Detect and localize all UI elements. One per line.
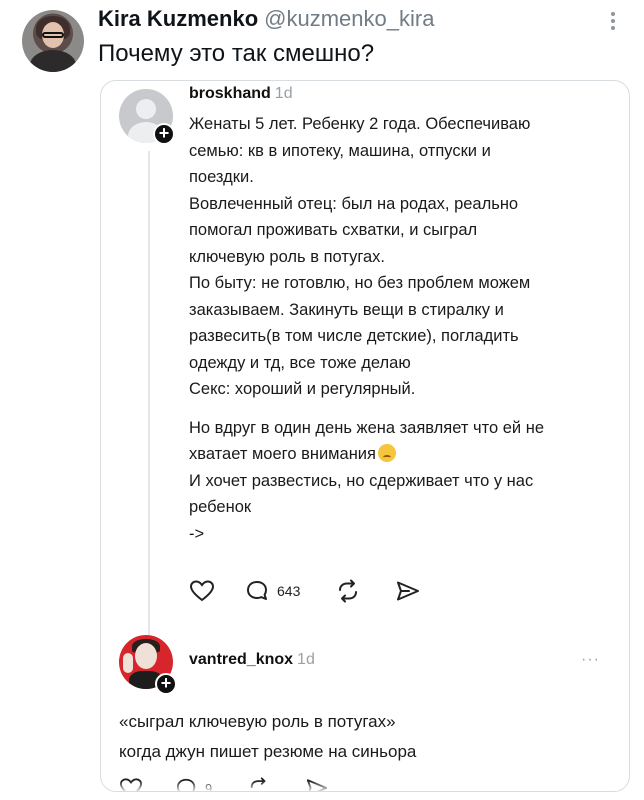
reply-line: когда джун пишет резюме на синьора [119, 742, 417, 761]
share-icon [397, 581, 419, 601]
card-bottom-fade [101, 781, 629, 791]
post-line: Вовлеченный отец: был на родах, реально [189, 194, 519, 213]
post-actions: 643 [189, 577, 469, 607]
more-options-icon[interactable] [610, 12, 616, 36]
post-line: развесить(в том числе детские), погладит… [189, 327, 519, 345]
repost-button[interactable] [335, 577, 361, 605]
reply-time: 1d [297, 651, 315, 668]
repost-icon [339, 579, 357, 603]
post-body: Женаты 5 лет. Ребенку 2 года. Обеспечива… [189, 111, 619, 547]
post-line: одежду и тд, все тоже делаю [189, 353, 411, 372]
post-username: broskhand 1d [189, 85, 293, 102]
tweet: Kira Kuzmenko @kuzmenko_kira Почему это т… [0, 0, 644, 800]
post-line: -> [189, 524, 205, 543]
post-line: помогал проживать схватки, и сыграл [189, 221, 478, 239]
post-line: Но вдруг в один день жена заявляет что е… [189, 418, 545, 437]
follow-plus-icon: + [153, 123, 175, 145]
share-button[interactable] [395, 577, 421, 605]
post-line: По быту: не готовлю, но без проблем може… [189, 274, 531, 292]
author-handle[interactable]: @kuzmenko_kira [264, 6, 434, 31]
reply-text: «сыграл ключевую роль в потугах» когда д… [119, 707, 416, 767]
post-line: ребенок [189, 498, 252, 516]
tweet-text: Почему это так смешно? [98, 40, 375, 67]
reply-line: «сыграл ключевую роль в потугах» [119, 712, 396, 731]
post-line: Секс: хороший и регулярный. [189, 380, 416, 398]
pensive-face-emoji [377, 444, 396, 462]
post-line: И хочет развестись, но сдерживает что у … [189, 471, 534, 490]
like-button[interactable] [189, 577, 215, 605]
thread-line [148, 151, 150, 639]
post-line: заказываем. Закинуть вещи в стиралку и [189, 300, 504, 319]
reply-username: vantred_knox 1d [189, 651, 315, 668]
reply-count: 643 [277, 583, 301, 599]
follow-plus-icon: + [155, 673, 177, 695]
author-avatar[interactable] [22, 10, 84, 72]
post-time: 1d [274, 85, 293, 102]
comment-icon [247, 581, 267, 600]
reply-more-icon: ··· [581, 651, 600, 668]
reply-button[interactable]: 643 [245, 577, 300, 605]
author-line: Kira Kuzmenko @kuzmenko_kira [98, 6, 434, 32]
post-line: Женаты 5 лет. Ребенку 2 года. Обеспечива… [189, 115, 531, 133]
post-line: семью: кв в ипотеку, машина, отпуски и [189, 141, 491, 160]
post-line: поездки. [189, 168, 254, 186]
author-name[interactable]: Kira Kuzmenko [98, 6, 258, 31]
embedded-screenshot-card[interactable]: + broskhand 1d Женаты 5 лет. Ребенку 2 го… [100, 80, 630, 792]
heart-icon [189, 580, 215, 602]
post-line: ключевую роль в потугах. [189, 247, 385, 266]
post-line: хватает моего внимания [189, 441, 619, 468]
